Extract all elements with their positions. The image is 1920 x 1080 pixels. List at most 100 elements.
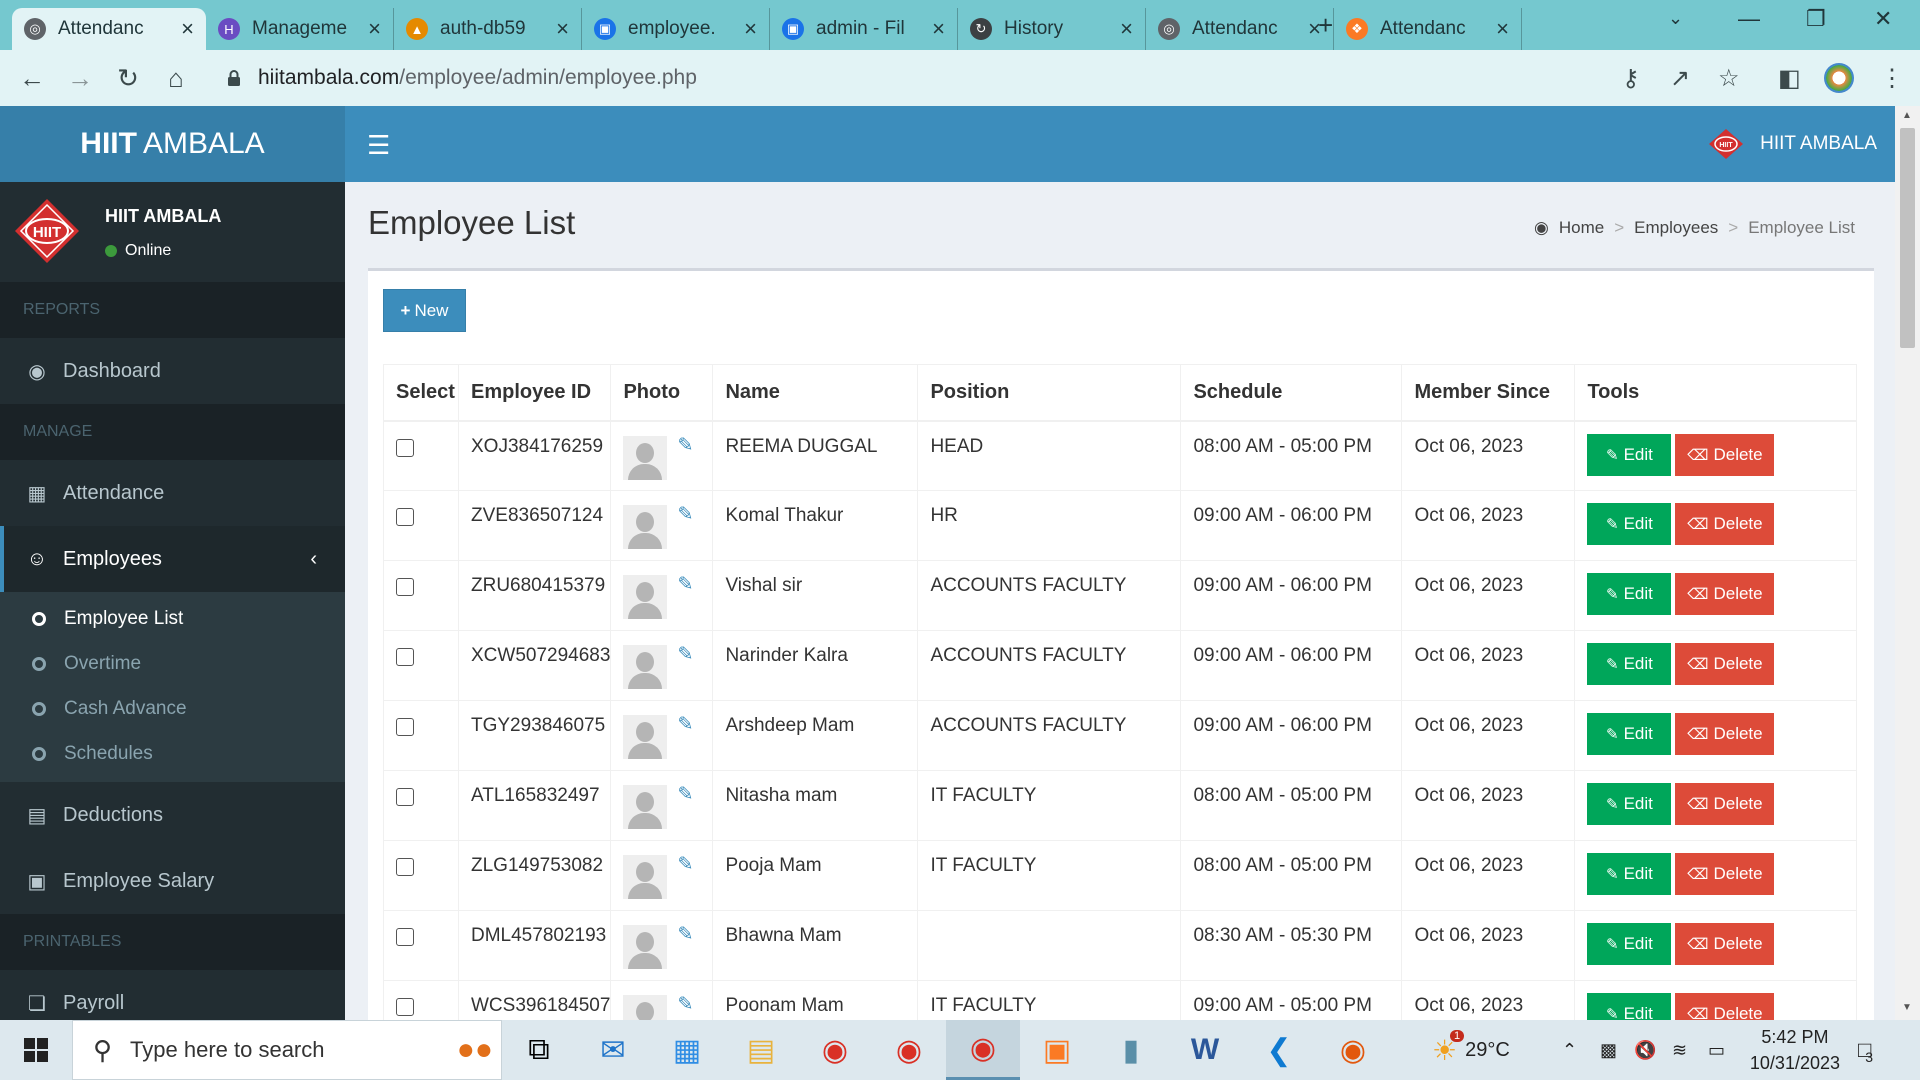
taskbar-search-box[interactable]: ⚲ Type here to search ●● bbox=[72, 1020, 502, 1080]
reload-icon[interactable]: ↻ bbox=[104, 63, 152, 94]
col-tools[interactable]: Tools bbox=[1574, 364, 1857, 422]
sidebar-subitem-employee-list[interactable]: Employee List bbox=[0, 596, 345, 641]
edit-photo-icon[interactable]: ✎ bbox=[677, 503, 693, 526]
profile-avatar[interactable] bbox=[1824, 63, 1854, 93]
sidebar-item-employees[interactable]: ☺ Employees ‹ bbox=[0, 526, 345, 592]
delete-button[interactable]: ⌫ Delete bbox=[1675, 853, 1775, 895]
wifi-icon[interactable]: ≋ bbox=[1672, 1020, 1687, 1080]
key-icon[interactable]: ⚷ bbox=[1622, 64, 1640, 93]
edit-button[interactable]: ✎ Edit bbox=[1587, 853, 1672, 895]
sidebar-item-payroll[interactable]: ❏ Payroll bbox=[0, 970, 345, 1020]
sidebar-item-dashboard[interactable]: ◉ Dashboard bbox=[0, 338, 345, 404]
sidebar-item-deductions[interactable]: ▤ Deductions bbox=[0, 782, 345, 848]
edit-photo-icon[interactable]: ✎ bbox=[677, 713, 693, 736]
row-checkbox[interactable] bbox=[396, 788, 414, 806]
close-window-icon[interactable]: ✕ bbox=[1874, 6, 1892, 32]
sidebar-subitem-schedules[interactable]: Schedules bbox=[0, 731, 345, 776]
delete-button[interactable]: ⌫ Delete bbox=[1675, 643, 1775, 685]
chrome-active-icon[interactable]: ◉ bbox=[946, 1020, 1020, 1080]
store-icon[interactable]: ▦ bbox=[650, 1020, 724, 1080]
edit-photo-icon[interactable]: ✎ bbox=[677, 643, 693, 666]
sidebar-item-attendance[interactable]: ▦ Attendance bbox=[0, 460, 345, 526]
col-member-since[interactable]: Member Since bbox=[1401, 364, 1576, 422]
sidebar-toggle-icon[interactable]: ☰ bbox=[367, 130, 390, 161]
vscode-icon[interactable]: ❮ bbox=[1242, 1020, 1316, 1080]
col-employee-id[interactable]: Employee ID bbox=[457, 364, 612, 422]
minimize-icon[interactable]: — bbox=[1738, 6, 1760, 32]
col-schedule[interactable]: Schedule bbox=[1180, 364, 1403, 422]
tab-close-icon[interactable]: × bbox=[1488, 16, 1509, 42]
breadcrumb-home[interactable]: Home bbox=[1559, 218, 1604, 238]
meet-now-icon[interactable]: ▩ bbox=[1600, 1020, 1617, 1080]
xampp-icon[interactable]: ▣ bbox=[1020, 1020, 1094, 1080]
new-tab-button[interactable]: + bbox=[1318, 10, 1333, 41]
new-employee-button[interactable]: + New bbox=[383, 289, 466, 332]
edit-button[interactable]: ✎ Edit bbox=[1587, 923, 1672, 965]
show-hidden-icons[interactable]: ⌃ bbox=[1562, 1020, 1577, 1080]
battery-icon[interactable]: ▭ bbox=[1708, 1020, 1725, 1080]
col-name[interactable]: Name bbox=[712, 364, 919, 422]
edit-photo-icon[interactable]: ✎ bbox=[677, 853, 693, 876]
edit-photo-icon[interactable]: ✎ bbox=[677, 923, 693, 946]
sidebar-item-employee-salary[interactable]: ▣ Employee Salary bbox=[0, 848, 345, 914]
address-bar[interactable]: hiitambala.com/employee/admin/employee.p… bbox=[210, 58, 1790, 98]
tab-close-icon[interactable]: × bbox=[1112, 16, 1133, 42]
delete-button[interactable]: ⌫ Delete bbox=[1675, 573, 1775, 615]
delete-button[interactable]: ⌫ Delete bbox=[1675, 923, 1775, 965]
browser-tab[interactable]: ▣ employee. × bbox=[582, 8, 770, 50]
edit-button[interactable]: ✎ Edit bbox=[1587, 433, 1672, 476]
row-checkbox[interactable] bbox=[396, 648, 414, 666]
taskbar-clock[interactable]: 5:42 PM 10/31/2023 bbox=[1750, 1024, 1840, 1076]
chrome-profile-icon[interactable]: ◉ bbox=[872, 1020, 946, 1080]
tab-close-icon[interactable]: × bbox=[548, 16, 569, 42]
page-scrollbar[interactable]: ▲ ▼ bbox=[1895, 106, 1920, 1020]
col-photo[interactable]: Photo bbox=[610, 364, 714, 422]
home-icon[interactable]: ⌂ bbox=[152, 63, 200, 94]
browser-tab[interactable]: ◎ Attendanc × bbox=[1146, 8, 1334, 50]
word-icon[interactable]: W bbox=[1168, 1020, 1242, 1080]
chrome-icon[interactable]: ◉ bbox=[798, 1020, 872, 1080]
edit-photo-icon[interactable]: ✎ bbox=[677, 434, 693, 457]
row-checkbox[interactable] bbox=[396, 718, 414, 736]
row-checkbox[interactable] bbox=[396, 508, 414, 526]
tab-search-icon[interactable]: ⌄ bbox=[1668, 8, 1683, 29]
edit-button[interactable]: ✎ Edit bbox=[1587, 783, 1672, 825]
row-checkbox[interactable] bbox=[396, 998, 414, 1016]
scroll-up-icon[interactable]: ▲ bbox=[1902, 110, 1912, 121]
share-icon[interactable]: ↗ bbox=[1670, 64, 1690, 93]
sidebar-subitem-overtime[interactable]: Overtime bbox=[0, 641, 345, 686]
file-explorer-icon[interactable]: ▤ bbox=[724, 1020, 798, 1080]
delete-button[interactable]: ⌫ Delete bbox=[1675, 503, 1775, 545]
edit-button[interactable]: ✎ Edit bbox=[1587, 643, 1672, 685]
delete-button[interactable]: ⌫ Delete bbox=[1675, 783, 1775, 825]
edit-photo-icon[interactable]: ✎ bbox=[677, 573, 693, 596]
row-checkbox[interactable] bbox=[396, 578, 414, 596]
forward-arrow-icon[interactable]: → bbox=[56, 63, 104, 94]
browser-tab[interactable]: ❖ Attendanc × bbox=[1334, 8, 1522, 50]
side-panel-icon[interactable]: ◧ bbox=[1778, 64, 1801, 93]
windows-start-button[interactable] bbox=[0, 1020, 72, 1080]
delete-button[interactable]: ⌫ Delete bbox=[1675, 433, 1775, 476]
delete-button[interactable]: ⌫ Delete bbox=[1675, 993, 1775, 1020]
app-logo[interactable]: HIIT AMBALA bbox=[0, 106, 345, 182]
scroll-thumb[interactable] bbox=[1900, 128, 1915, 348]
edit-button[interactable]: ✎ Edit bbox=[1587, 503, 1672, 545]
breadcrumb-employees[interactable]: Employees bbox=[1634, 218, 1718, 238]
browser-tab[interactable]: ▣ admin - Fil × bbox=[770, 8, 958, 50]
delete-button[interactable]: ⌫ Delete bbox=[1675, 713, 1775, 755]
browser-tab[interactable]: H Manageme × bbox=[206, 8, 394, 50]
scroll-down-icon[interactable]: ▼ bbox=[1902, 1002, 1912, 1013]
user-menu[interactable]: HIIT HIIT AMBALA bbox=[1708, 128, 1877, 160]
firefox-icon[interactable]: ◉ bbox=[1316, 1020, 1390, 1080]
row-checkbox[interactable] bbox=[396, 438, 414, 457]
edit-button[interactable]: ✎ Edit bbox=[1587, 573, 1672, 615]
col-select[interactable]: Select bbox=[383, 364, 459, 422]
row-checkbox[interactable] bbox=[396, 858, 414, 876]
col-position[interactable]: Position bbox=[917, 364, 1182, 422]
tab-close-icon[interactable]: × bbox=[924, 16, 945, 42]
edit-button[interactable]: ✎ Edit bbox=[1587, 993, 1672, 1020]
tab-close-icon[interactable]: × bbox=[736, 16, 757, 42]
mail-icon[interactable]: ✉ bbox=[576, 1020, 650, 1080]
notifications-icon[interactable]: □ 3 bbox=[1858, 1020, 1873, 1080]
weather-widget[interactable]: ☀ 1 29°C bbox=[1432, 1020, 1510, 1080]
